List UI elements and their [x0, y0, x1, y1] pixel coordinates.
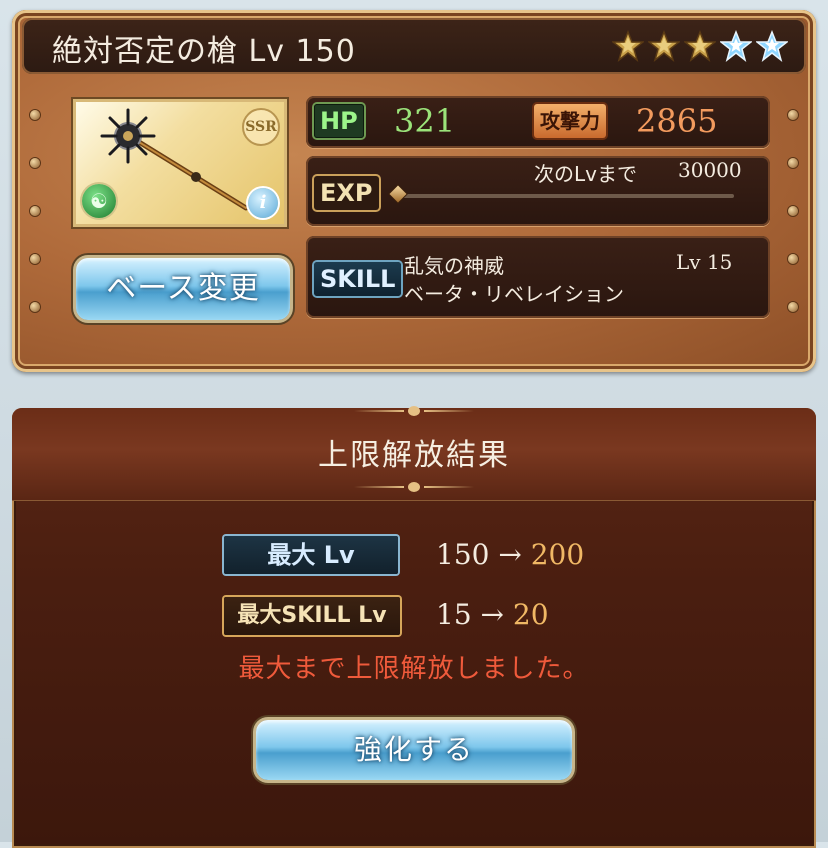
wind-element-icon: ☯ [82, 184, 116, 218]
enhance-label: 強化する [353, 733, 474, 766]
attack-value: 2865 [636, 102, 718, 140]
rarity-badge: SSR [242, 108, 280, 146]
arrow-icon: → [498, 538, 522, 571]
ornament-decoration [354, 482, 474, 492]
max-skill-lv-from: 15 [436, 598, 472, 631]
max-lv-from: 150 [436, 538, 490, 571]
skill-level: Lv 15 [676, 250, 733, 274]
weapon-title-bar: 絶対否定の槍 Lv 150 [22, 18, 806, 74]
ornament-decoration [354, 406, 474, 416]
rivet-decoration [788, 302, 798, 312]
rivet-decoration [788, 206, 798, 216]
next-lv-text: 次のLvまで [534, 162, 637, 186]
enhance-button[interactable]: 強化する [256, 720, 572, 780]
max-skill-lv-to: 20 [512, 598, 549, 631]
max-skill-lv-change: 15 → 20 [436, 598, 549, 631]
rivet-decoration [788, 254, 798, 264]
exp-progress-knob [389, 185, 407, 203]
exp-label: EXP [314, 176, 379, 210]
max-lv-label: 最大 Lv [224, 536, 398, 574]
attack-label: 攻撃力 [534, 104, 606, 138]
base-change-button[interactable]: ベース変更 [76, 258, 290, 320]
rivet-decoration [788, 110, 798, 120]
uncap-star-blue-icon [720, 30, 752, 62]
exp-panel: EXP 次のLvまで 30000 [306, 156, 770, 226]
stats-panel: HP 321 攻撃力 2865 [306, 96, 770, 148]
uncap-complete-message: 最大まで上限解放しました。 [238, 654, 590, 684]
exp-progress-bar [396, 194, 734, 198]
info-icon[interactable]: i [248, 188, 278, 218]
max-lv-change: 150 → 200 [436, 538, 584, 571]
weapon-image[interactable]: SSR ☯ i [76, 102, 284, 224]
rivet-decoration [788, 158, 798, 168]
skill-label: SKILL [314, 262, 402, 296]
uncap-star-gold-icon [684, 30, 716, 62]
skill-name: 乱気の神威 [404, 254, 504, 278]
uncap-star-gold-icon [648, 30, 680, 62]
result-header: 上限解放結果 [12, 406, 816, 501]
skill-description: ベータ・リベレイション [404, 282, 624, 306]
hp-value: 321 [394, 102, 456, 140]
max-skill-lv-label: 最大SKILL Lv [224, 597, 400, 635]
rivet-decoration [30, 302, 40, 312]
rivet-decoration [30, 254, 40, 264]
arrow-icon: → [480, 598, 505, 631]
result-title: 上限解放結果 [318, 438, 510, 473]
uncap-result-panel: 上限解放結果 [12, 406, 816, 848]
rivet-decoration [30, 110, 40, 120]
max-lv-to: 200 [530, 538, 585, 571]
hp-label: HP [314, 104, 364, 138]
next-lv-value: 30000 [678, 158, 742, 182]
uncap-star-gold-icon [612, 30, 644, 62]
uncap-star-blue-icon [756, 30, 788, 62]
base-change-label: ベース変更 [106, 271, 260, 306]
skill-panel: SKILL 乱気の神威 Lv 15 ベータ・リベレイション [306, 236, 770, 318]
rivet-decoration [30, 206, 40, 216]
weapon-name-level: 絶対否定の槍 Lv 150 [52, 34, 356, 69]
uncap-stars [612, 30, 788, 62]
rivet-decoration [30, 158, 40, 168]
